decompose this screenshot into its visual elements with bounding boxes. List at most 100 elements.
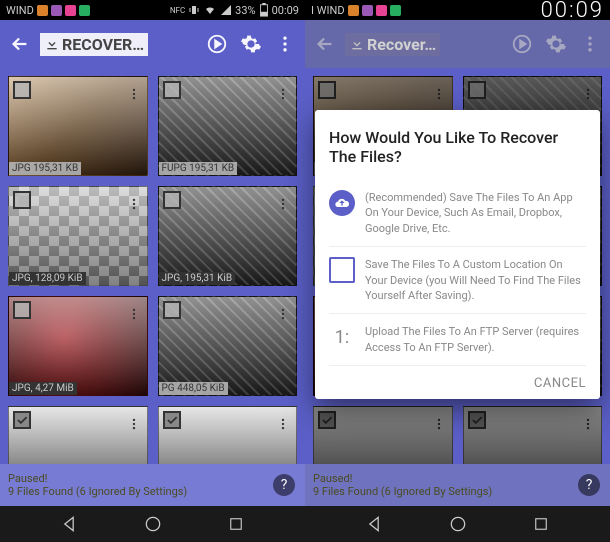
tile-menu-button[interactable] [274,81,292,107]
settings-button[interactable] [542,30,570,58]
tile-menu-button[interactable] [125,191,143,217]
thumbnail-tile[interactable]: JPG 19531 KiB [8,406,148,464]
tile-menu-button[interactable] [125,81,143,107]
checkbox [318,81,336,99]
status-paused: Paused! [313,472,602,485]
nav-home-button[interactable] [139,510,167,538]
recover-title-chip: Recover… [345,33,440,56]
nav-back-button[interactable] [55,510,83,538]
dialog-option-text: (Recommended) Save The Files To An App O… [365,190,586,236]
checkbox[interactable] [163,81,181,99]
recover-dialog: How Would You Like To Recover The Files?… [315,110,600,399]
thumbnail-grid[interactable]: JPG 195,31 KB FUPG 195,31 KB JPG, 128,09 K… [0,68,305,464]
tile-menu-button[interactable] [274,191,292,217]
checkbox [468,411,486,429]
checkbox[interactable] [13,81,31,99]
nav-home-button[interactable] [444,510,472,538]
clock-label: 00:09 [272,4,299,17]
battery-icon [259,3,269,17]
download-icon [349,36,365,52]
recover-title: RECOVER… [62,35,144,54]
notif-icon [51,5,62,16]
carrier-label: WIND [6,4,34,17]
tile-menu-button [579,81,597,107]
notif-icon [65,5,76,16]
file-label: JPG 195,31 KB [9,162,81,175]
thumbnail-tile[interactable]: FUPG 195,31 KB [158,76,298,176]
carrier-label: I WIND [311,4,345,17]
notif-icon [37,5,48,16]
vibrate-icon [188,4,200,16]
cancel-button[interactable]: CANCEL [534,376,586,391]
file-label: JPG, 128,09 KiB [9,272,86,285]
checkbox[interactable] [163,411,181,429]
settings-button[interactable] [237,30,265,58]
status-paused: Paused! [8,472,297,485]
dialog-option-cloud[interactable]: (Recommended) Save The Files To An App O… [329,180,586,247]
download-icon [44,36,60,52]
tile-menu-button[interactable] [274,301,292,327]
checkbox[interactable] [163,191,181,209]
status-bar: WIND NFC 33% 00:09 [0,0,305,20]
nav-recent-button[interactable] [222,510,250,538]
checkbox[interactable] [13,191,31,209]
file-label: JPG, 195,31 KiB [159,272,236,285]
phone-left: WIND NFC 33% 00:09 RE [0,0,305,542]
checkbox [468,81,486,99]
play-button[interactable] [203,30,231,58]
status-info: 9 Files Found (6 Ignored By Settings) [313,485,602,498]
checkbox[interactable] [163,301,181,319]
notif-icon [79,5,90,16]
file-label: FUPG 195,31 KB [159,162,238,175]
file-label: JPG, 4,27 MiB [9,382,77,395]
checkbox[interactable] [13,301,31,319]
nav-back-button[interactable] [360,510,388,538]
status-footer: Paused! 9 Files Found (6 Ignored By Sett… [305,464,610,506]
recover-title-chip[interactable]: RECOVER… [40,33,148,56]
thumbnail-tile: 19531 [313,406,453,464]
help-button[interactable]: ? [578,474,600,496]
signal-icon [220,4,232,16]
back-button[interactable] [6,30,34,58]
cloud-upload-icon [329,190,355,216]
recover-title: Recover… [367,35,436,54]
thumbnail-tile[interactable]: JPG 19531 KiB [158,406,298,464]
thumbnail-tile[interactable]: JPG, 128,09 KiB [8,186,148,286]
app-bar: RECOVER… [0,20,305,68]
dialog-title: How Would You Like To Recover The Files? [329,128,586,166]
play-button[interactable] [508,30,536,58]
wifi-icon [203,4,217,16]
thumbnail-tile: 19531 KiB [463,406,603,464]
battery-label: 33% [235,4,255,17]
tile-menu-button [579,411,597,437]
overflow-button[interactable] [576,30,604,58]
nav-recent-button[interactable] [527,510,555,538]
thumbnail-tile[interactable]: PG 448,05 KiB [158,296,298,396]
back-button[interactable] [311,30,339,58]
number-icon: 1: [329,324,355,350]
checkbox [318,411,336,429]
dialog-option-ftp[interactable]: 1: Upload The Files To An FTP Server (re… [329,314,586,366]
tile-menu-button[interactable] [274,411,292,437]
thumbnail-tile[interactable]: JPG, 195,31 KiB [158,186,298,286]
checkbox[interactable] [13,411,31,429]
dialog-option-text: Save The Files To A Custom Location On Y… [365,257,586,303]
dialog-option-text: Upload The Files To An FTP Server (requi… [365,324,586,355]
file-label: PG 448,05 KiB [159,382,228,395]
help-button[interactable]: ? [273,474,295,496]
dialog-option-folder[interactable]: Save The Files To A Custom Location On Y… [329,247,586,314]
nav-bar [0,506,305,542]
folder-icon [329,257,355,283]
notif-icon [376,5,387,16]
notif-icon [348,5,359,16]
notif-icon [362,5,373,16]
nfc-icon: NFC [170,6,185,15]
thumbnail-tile[interactable]: JPG 195,31 KB [8,76,148,176]
thumbnail-tile[interactable]: JPG, 4,27 MiB [8,296,148,396]
status-bar: I WIND 00:09 [305,0,610,20]
status-footer: Paused! 9 Files Found (6 Ignored By Sett… [0,464,305,506]
overflow-button[interactable] [271,30,299,58]
tile-menu-button[interactable] [125,301,143,327]
tile-menu-button[interactable] [125,411,143,437]
tile-menu-button [430,81,448,107]
